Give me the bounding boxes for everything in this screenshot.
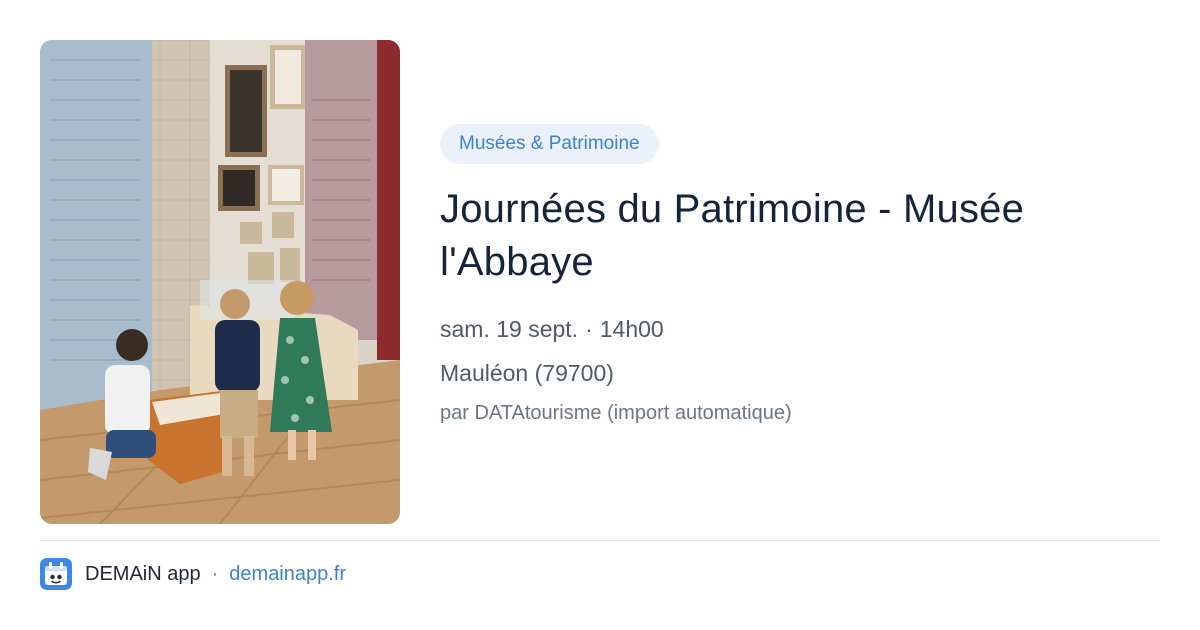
event-info: Musées & Patrimoine Journées du Patrimoi… [440, 124, 1160, 426]
category-tag[interactable]: Musées & Patrimoine [440, 124, 659, 164]
event-datetime: sam. 19 sept. · 14h00 [440, 314, 1160, 344]
footer-separator: · [211, 562, 219, 585]
footer-divider [40, 540, 1160, 541]
event-meta: sam. 19 sept. · 14h00 Mauléon (79700) pa… [440, 314, 1160, 426]
calendar-icon [40, 558, 72, 590]
event-photo-illustration [40, 40, 400, 524]
footer: DEMAiN app · demainapp.fr [40, 558, 346, 590]
event-photo[interactable] [40, 40, 400, 524]
app-url-link[interactable]: demainapp.fr [229, 563, 346, 586]
event-location: Mauléon (79700) [440, 360, 614, 386]
event-date: sam. 19 sept. [440, 316, 579, 342]
event-author: par DATAtourisme (import automatique) [440, 402, 792, 424]
event-title[interactable]: Journées du Patrimoine - Musée l'Abbaye [440, 183, 1160, 289]
event-time: 14h00 [599, 316, 664, 342]
datetime-separator: · [585, 316, 593, 342]
app-name: DEMAiN app [85, 562, 201, 585]
